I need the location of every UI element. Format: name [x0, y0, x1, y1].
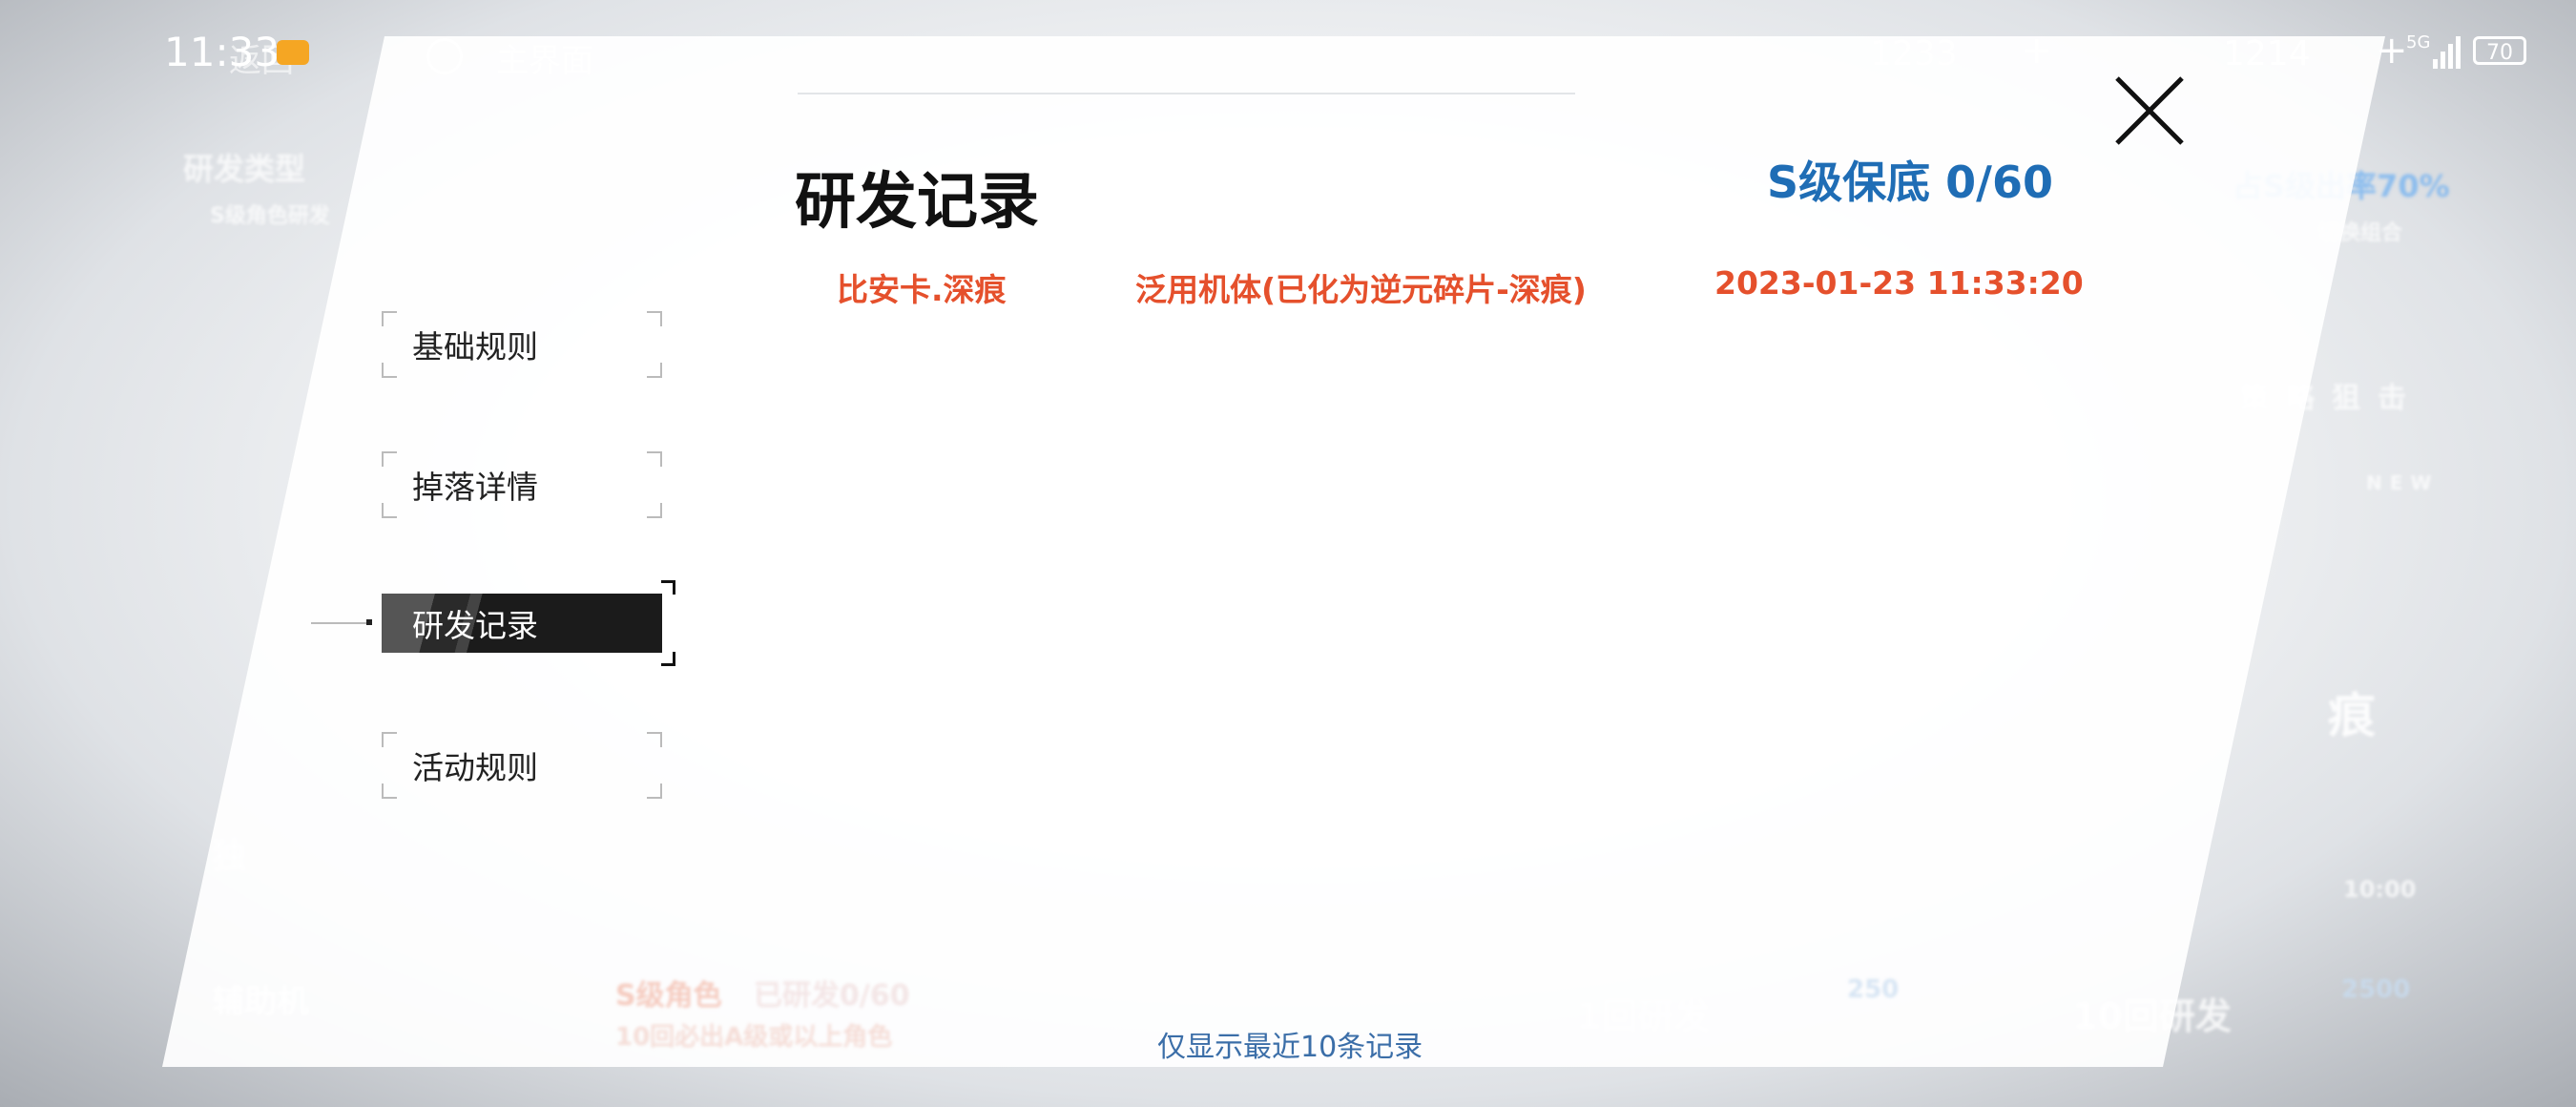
- bg-ten-pull-cost: 2500: [2341, 975, 2411, 1004]
- menu-item-dev-records[interactable]: 研发记录: [382, 580, 675, 666]
- home-circle-icon[interactable]: [426, 38, 463, 74]
- bg-one-pull-cost: 250: [1847, 975, 1900, 1004]
- bg-ten-guarantee: 10回必出A级或以上角色: [615, 1023, 893, 1052]
- mail-icon: [277, 40, 309, 65]
- bg-sub-label: S级角色研发: [210, 204, 330, 228]
- currency-2-amount: 1214: [2223, 34, 2311, 73]
- bg-ten-pull-label: 10回研发: [2072, 995, 2232, 1037]
- home-button[interactable]: 主界面: [496, 34, 593, 81]
- bg-aux-label: 辅助机: [212, 983, 309, 1021]
- footer-note: 仅显示最近10条记录: [1157, 1031, 1423, 1064]
- menu-item-label: 活动规则: [412, 749, 538, 786]
- currency-1-add-button[interactable]: +: [2021, 29, 2053, 73]
- menu-item-basic-rules[interactable]: 基础规则: [382, 311, 662, 378]
- signal-bars-icon: [2433, 36, 2461, 69]
- menu-item-event-rules[interactable]: 活动规则: [382, 732, 662, 799]
- bg-s-char-label: S级角色: [615, 979, 722, 1013]
- active-indicator-line: [311, 622, 370, 624]
- header-divider: [798, 93, 1575, 94]
- record-type: 泛用机体(已化为逆元碎片-深痕): [1135, 271, 1587, 308]
- bg-new-label: NEW: [2366, 471, 2440, 494]
- bg-one-pull-label: 1回研发: [1576, 995, 1711, 1037]
- currency-2-add-button[interactable]: +: [2376, 29, 2408, 73]
- record-name: 比安卡.深痕: [837, 271, 1007, 308]
- menu-item-drop-details[interactable]: 掉落详情: [382, 451, 662, 518]
- active-indicator-dot: [366, 619, 372, 625]
- battery-icon: 70: [2473, 36, 2526, 65]
- close-icon[interactable]: [2113, 74, 2186, 147]
- menu-item-label: 研发记录: [412, 607, 538, 644]
- bg-time-label: 10:00: [2343, 876, 2417, 903]
- currency-1-amount: 1233: [1870, 34, 1958, 73]
- bg-right-big: 痕: [2328, 688, 2376, 743]
- record-time: 2023-01-23 11:33:20: [1714, 264, 2084, 302]
- bg-dev-type-label: 研发类型: [183, 151, 306, 187]
- menu-item-label: 基础规则: [412, 328, 538, 366]
- bg-dev-progress: 已研发0/60: [754, 979, 910, 1013]
- page-title: 研发记录: [795, 167, 1039, 238]
- menu-item-label: 掉落详情: [412, 469, 538, 506]
- s-guarantee-counter: S级保底 0/60: [1767, 157, 2053, 208]
